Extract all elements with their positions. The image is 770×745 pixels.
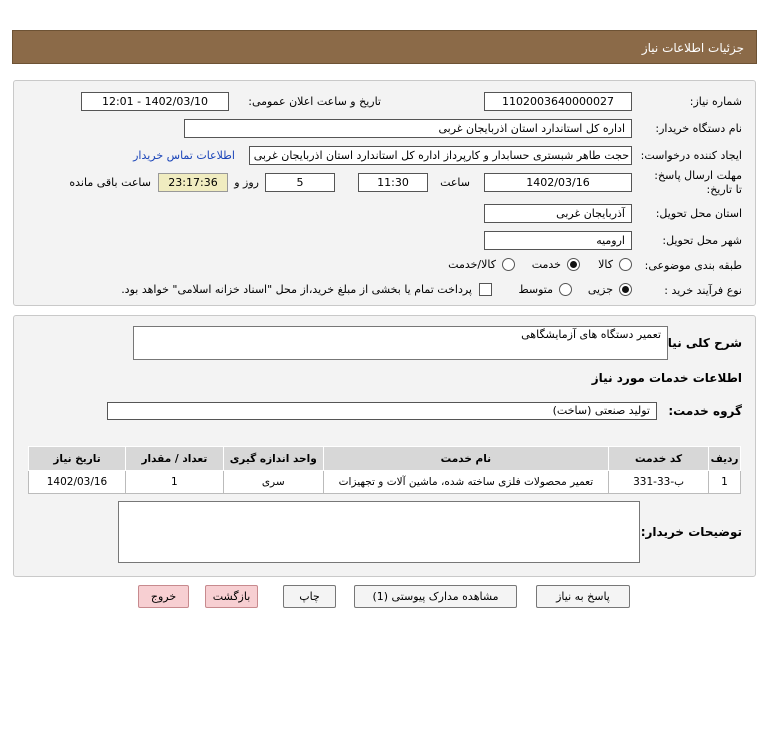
page-header: جزئیات اطلاعات نیاز	[12, 30, 757, 64]
back-button[interactable]: بازگشت	[205, 585, 258, 608]
need-details-panel: شماره نیاز: 1102003640000027 تاریخ و ساع…	[13, 80, 756, 306]
creator-field: حجت طاهر شبستری حسابدار و کارپرداز اداره…	[249, 146, 632, 165]
cell-service-code: ب-33-331	[608, 470, 710, 494]
need-number-label: شماره نیاز:	[689, 95, 742, 108]
attachments-button[interactable]: مشاهده مدارک پیوستی (1)	[354, 585, 517, 608]
table-row: 1 ب-33-331 تعمیر محصولات فلزی ساخته شده،…	[28, 470, 741, 494]
buyer-org-field: اداره کل استاندارد استان اذربایجان غربی	[184, 119, 632, 138]
category-option-goods-service: کالا/خدمت	[448, 258, 496, 271]
category-option-service: خدمت	[531, 258, 561, 271]
deadline-label: مهلت ارسال پاسخ: تا تاریخ:	[654, 169, 742, 196]
process-option-minor: جزیی	[587, 283, 613, 296]
creator-label: ایجاد کننده درخواست:	[640, 149, 742, 162]
payment-checkbox[interactable]	[479, 283, 492, 296]
exit-button[interactable]: خروج	[138, 585, 189, 608]
buyer-notes-label: توضیحات خریدار:	[640, 525, 742, 539]
remaining-time-field: 23:17:36	[158, 173, 228, 192]
services-heading: اطلاعات خدمات مورد نیاز	[591, 371, 742, 385]
service-group-field: تولید صنعتی (ساخت)	[107, 402, 657, 420]
days-label: روز و	[234, 176, 259, 189]
cell-unit: سری	[222, 470, 324, 494]
days-field: 5	[265, 173, 335, 192]
need-number-field: 1102003640000027	[484, 92, 632, 111]
city-label: شهر محل تحویل:	[662, 234, 742, 247]
announce-label: تاریخ و ساعت اعلان عمومی:	[248, 95, 381, 108]
col-row-number: ردیف	[708, 446, 741, 471]
services-panel: شرح کلی نیاز: تعمیر دستگاه های آزمایشگاه…	[13, 315, 756, 577]
deadline-date-field: 1402/03/16	[484, 173, 632, 192]
category-radio-service[interactable]	[567, 258, 580, 271]
category-label: طبقه بندی موضوعی:	[644, 259, 742, 272]
province-field: آذربایجان غربی	[484, 204, 632, 223]
announce-datetime-field: 1402/03/10 - 12:01	[81, 92, 229, 111]
service-group-label: گروه خدمت:	[668, 404, 742, 418]
process-radio-minor[interactable]	[619, 283, 632, 296]
cell-service-name: تعمیر محصولات فلزی ساخته شده، ماشین آلات…	[322, 470, 610, 494]
table-header-row: ردیف کد خدمت نام خدمت واحد اندازه گیری ت…	[28, 446, 741, 471]
city-field: ارومیه	[484, 231, 632, 250]
col-unit: واحد اندازه گیری	[222, 446, 324, 471]
col-quantity: تعداد / مقدار	[124, 446, 224, 471]
need-summary-label: شرح کلی نیاز:	[656, 336, 742, 350]
process-label: نوع فرآیند خرید :	[664, 284, 742, 297]
cell-need-date: 1402/03/16	[28, 470, 126, 494]
reply-button[interactable]: پاسخ به نیاز	[536, 585, 630, 608]
services-table: ردیف کد خدمت نام خدمت واحد اندازه گیری ت…	[28, 446, 741, 494]
cell-quantity: 1	[124, 470, 224, 494]
province-label: استان محل تحویل:	[655, 207, 742, 220]
category-radio-goods[interactable]	[619, 258, 632, 271]
time-label: ساعت	[440, 176, 470, 189]
payment-note: پرداخت تمام یا بخشی از مبلغ خرید،از محل …	[121, 283, 472, 296]
remaining-label: ساعت باقی مانده	[69, 176, 151, 189]
process-option-medium: متوسط	[518, 283, 553, 296]
need-summary-field: تعمیر دستگاه های آزمایشگاهی	[133, 326, 668, 360]
buyer-notes-field	[118, 501, 640, 563]
col-service-name: نام خدمت	[322, 446, 610, 471]
buyer-org-label: نام دستگاه خریدار:	[655, 122, 742, 135]
print-button[interactable]: چاپ	[283, 585, 336, 608]
buyer-contact-link[interactable]: اطلاعات تماس خریدار	[133, 149, 235, 162]
category-option-goods: کالا	[598, 258, 613, 271]
process-radio-medium[interactable]	[559, 283, 572, 296]
col-need-date: تاریخ نیاز	[28, 446, 126, 471]
deadline-time-field: 11:30	[358, 173, 428, 192]
category-radio-goods-service[interactable]	[502, 258, 515, 271]
col-service-code: کد خدمت	[608, 446, 710, 471]
cell-row-number: 1	[708, 470, 741, 494]
